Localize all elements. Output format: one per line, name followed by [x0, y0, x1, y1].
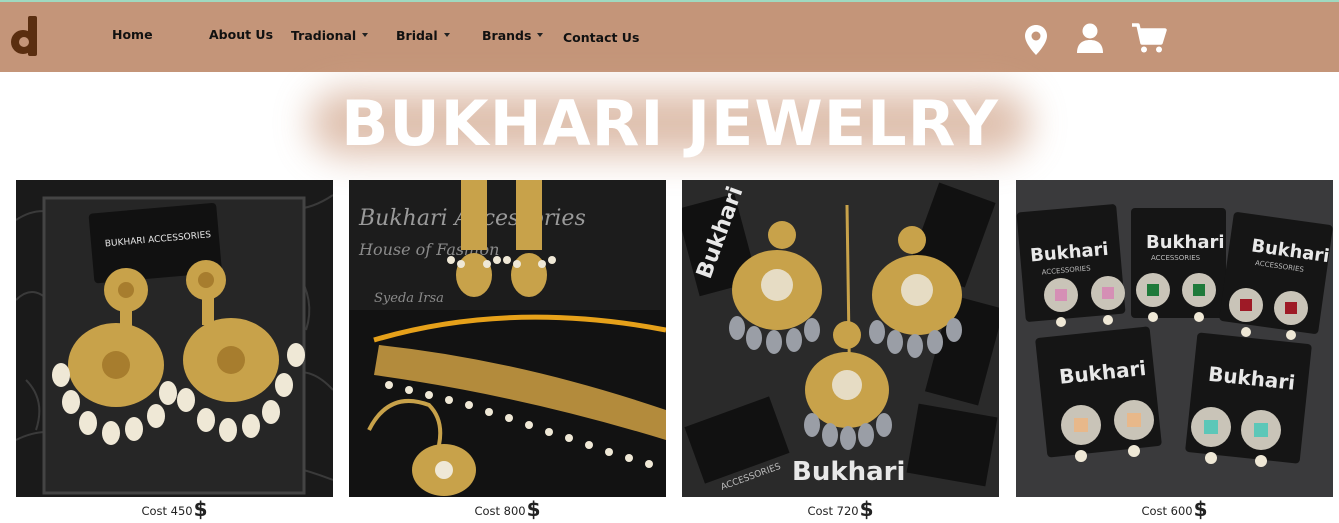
price-label: Cost 800 [474, 504, 526, 518]
nav-traditional-label: Tradional [291, 28, 357, 43]
product-card-image[interactable]: Bukhari Accessories House of Fashion Sye… [349, 180, 666, 497]
nav-brands-label: Brands [482, 28, 532, 43]
box-signature-text: Syeda Irsa [374, 291, 444, 306]
box-brand-text: Bukhari [1146, 232, 1225, 253]
nav-contact-us[interactable]: Contact Us [563, 30, 639, 45]
hero-banner: BUKHARI JEWELRY [290, 78, 1050, 168]
product-price: Cost 600$ [1016, 497, 1333, 523]
currency-symbol: $ [193, 497, 208, 521]
product-price: Cost 450$ [16, 497, 333, 523]
nav-about-us[interactable]: About Us [209, 27, 273, 42]
brand-logo[interactable] [10, 14, 40, 58]
product-card-image[interactable]: Bukhari Bukhari ACCESSORIES [682, 180, 999, 497]
chevron-down-icon [537, 33, 544, 37]
nav-brands-dropdown[interactable]: Brands [482, 28, 544, 43]
nav-bridal-dropdown[interactable]: Bridal [396, 28, 450, 43]
user-icon[interactable] [1076, 23, 1104, 57]
chevron-down-icon [443, 33, 450, 37]
product-price: Cost 720$ [682, 497, 999, 523]
chevron-down-icon [362, 33, 369, 37]
navbar: Home About Us Tradional Bridal Brands Co… [0, 2, 1339, 72]
product-price: Cost 800$ [349, 497, 666, 523]
location-pin-icon[interactable] [1024, 24, 1048, 60]
currency-symbol: $ [526, 497, 541, 521]
currency-symbol: $ [1193, 497, 1208, 521]
box-brand-text: Bukhari [792, 457, 905, 487]
shopping-cart-icon[interactable] [1131, 22, 1167, 58]
nav-bridal-label: Bridal [396, 28, 438, 43]
price-label: Cost 720 [807, 504, 859, 518]
currency-symbol: $ [859, 497, 874, 521]
price-label: Cost 600 [1141, 504, 1193, 518]
box-sub-text: ACCESSORIES [1151, 254, 1201, 262]
nav-traditional-dropdown[interactable]: Tradional [291, 28, 369, 43]
nav-home[interactable]: Home [112, 27, 153, 42]
hero-title: BUKHARI JEWELRY [341, 86, 999, 160]
product-card-image[interactable]: Bukhari Bukhari Bukhari Bukhari Bukhari … [1016, 180, 1333, 497]
product-card-image[interactable]: BUKHARI ACCESSORIES [16, 180, 333, 497]
price-label: Cost 450 [141, 504, 193, 518]
